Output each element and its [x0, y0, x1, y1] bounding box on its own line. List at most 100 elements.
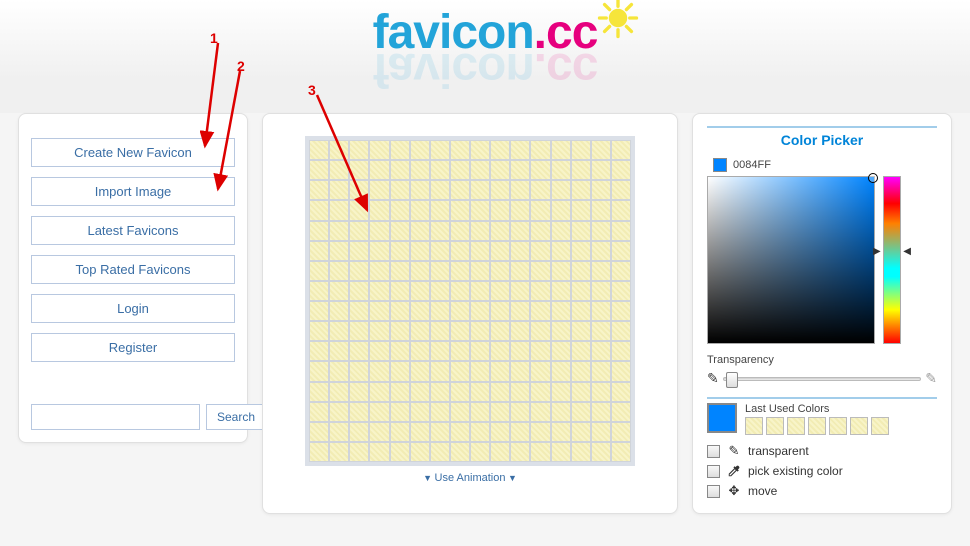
pixel-cell[interactable]: [410, 281, 430, 301]
pixel-cell[interactable]: [490, 442, 510, 462]
pixel-cell[interactable]: [611, 241, 631, 261]
pixel-cell[interactable]: [551, 301, 571, 321]
pixel-cell[interactable]: [551, 382, 571, 402]
pixel-cell[interactable]: [470, 361, 490, 381]
pixel-cell[interactable]: [591, 200, 611, 220]
pixel-cell[interactable]: [349, 221, 369, 241]
pixel-cell[interactable]: [309, 442, 329, 462]
pixel-cell[interactable]: [530, 382, 550, 402]
pixel-cell[interactable]: [571, 422, 591, 442]
pixel-cell[interactable]: [410, 341, 430, 361]
pixel-cell[interactable]: [470, 221, 490, 241]
pixel-cell[interactable]: [390, 261, 410, 281]
pixel-cell[interactable]: [349, 261, 369, 281]
hue-slider[interactable]: [883, 176, 901, 344]
pixel-cell[interactable]: [369, 321, 389, 341]
pixel-cell[interactable]: [530, 422, 550, 442]
pixel-cell[interactable]: [369, 160, 389, 180]
pixel-cell[interactable]: [309, 261, 329, 281]
pixel-cell[interactable]: [490, 261, 510, 281]
pixel-cell[interactable]: [450, 261, 470, 281]
pixel-cell[interactable]: [510, 281, 530, 301]
pixel-cell[interactable]: [329, 442, 349, 462]
pixel-cell[interactable]: [551, 221, 571, 241]
pixel-cell[interactable]: [369, 221, 389, 241]
pixel-cell[interactable]: [611, 261, 631, 281]
last-used-swatch[interactable]: [808, 417, 826, 435]
pixel-cell[interactable]: [591, 321, 611, 341]
pixel-cell[interactable]: [329, 261, 349, 281]
pixel-cell[interactable]: [591, 261, 611, 281]
pixel-cell[interactable]: [510, 341, 530, 361]
pixel-cell[interactable]: [329, 180, 349, 200]
pixel-cell[interactable]: [329, 361, 349, 381]
pixel-cell[interactable]: [591, 241, 611, 261]
pixel-cell[interactable]: [551, 200, 571, 220]
pixel-cell[interactable]: [551, 442, 571, 462]
pixel-cell[interactable]: [410, 160, 430, 180]
pixel-cell[interactable]: [510, 301, 530, 321]
selected-color-swatch[interactable]: [707, 403, 737, 433]
pixel-cell[interactable]: [369, 341, 389, 361]
pixel-cell[interactable]: [450, 160, 470, 180]
pixel-cell[interactable]: [349, 200, 369, 220]
pixel-cell[interactable]: [510, 361, 530, 381]
pixel-cell[interactable]: [551, 180, 571, 200]
pixel-cell[interactable]: [430, 301, 450, 321]
pixel-cell[interactable]: [349, 321, 369, 341]
pixel-cell[interactable]: [490, 361, 510, 381]
pixel-cell[interactable]: [530, 180, 550, 200]
pixel-cell[interactable]: [571, 321, 591, 341]
pixel-cell[interactable]: [430, 361, 450, 381]
pixel-cell[interactable]: [470, 402, 490, 422]
pixel-cell[interactable]: [329, 341, 349, 361]
pixel-cell[interactable]: [309, 321, 329, 341]
pixel-cell[interactable]: [551, 261, 571, 281]
pixel-cell[interactable]: [410, 140, 430, 160]
pixel-cell[interactable]: [490, 422, 510, 442]
pixel-cell[interactable]: [510, 160, 530, 180]
pixel-cell[interactable]: [450, 341, 470, 361]
pixel-cell[interactable]: [611, 221, 631, 241]
pixel-cell[interactable]: [329, 422, 349, 442]
last-used-swatch[interactable]: [829, 417, 847, 435]
pixel-cell[interactable]: [369, 442, 389, 462]
pixel-cell[interactable]: [490, 321, 510, 341]
pixel-cell[interactable]: [390, 341, 410, 361]
pixel-cell[interactable]: [571, 341, 591, 361]
pixel-cell[interactable]: [571, 160, 591, 180]
pick-existing-checkbox[interactable]: [707, 465, 720, 478]
pixel-cell[interactable]: [329, 321, 349, 341]
pixel-cell[interactable]: [369, 361, 389, 381]
pixel-cell[interactable]: [571, 241, 591, 261]
pixel-cell[interactable]: [329, 140, 349, 160]
pixel-cell[interactable]: [349, 422, 369, 442]
pixel-cell[interactable]: [591, 422, 611, 442]
pixel-cell[interactable]: [551, 402, 571, 422]
pixel-cell[interactable]: [490, 382, 510, 402]
pixel-cell[interactable]: [430, 321, 450, 341]
pixel-cell[interactable]: [369, 200, 389, 220]
pixel-cell[interactable]: [551, 321, 571, 341]
pixel-cell[interactable]: [490, 341, 510, 361]
pixel-cell[interactable]: [530, 221, 550, 241]
transparency-slider[interactable]: [723, 377, 922, 381]
pixel-cell[interactable]: [309, 382, 329, 402]
pixel-cell[interactable]: [490, 200, 510, 220]
pixel-cell[interactable]: [309, 422, 329, 442]
pixel-cell[interactable]: [591, 442, 611, 462]
pixel-cell[interactable]: [369, 402, 389, 422]
create-new-favicon-button[interactable]: Create New Favicon: [31, 138, 235, 167]
search-input[interactable]: [31, 404, 200, 430]
last-used-swatch[interactable]: [745, 417, 763, 435]
pixel-cell[interactable]: [430, 160, 450, 180]
pixel-cell[interactable]: [450, 442, 470, 462]
pixel-cell[interactable]: [611, 382, 631, 402]
pixel-cell[interactable]: [591, 140, 611, 160]
pixel-cell[interactable]: [611, 180, 631, 200]
pixel-cell[interactable]: [410, 422, 430, 442]
pixel-cell[interactable]: [369, 281, 389, 301]
pixel-cell[interactable]: [349, 180, 369, 200]
pixel-cell[interactable]: [470, 261, 490, 281]
pixel-cell[interactable]: [390, 442, 410, 462]
